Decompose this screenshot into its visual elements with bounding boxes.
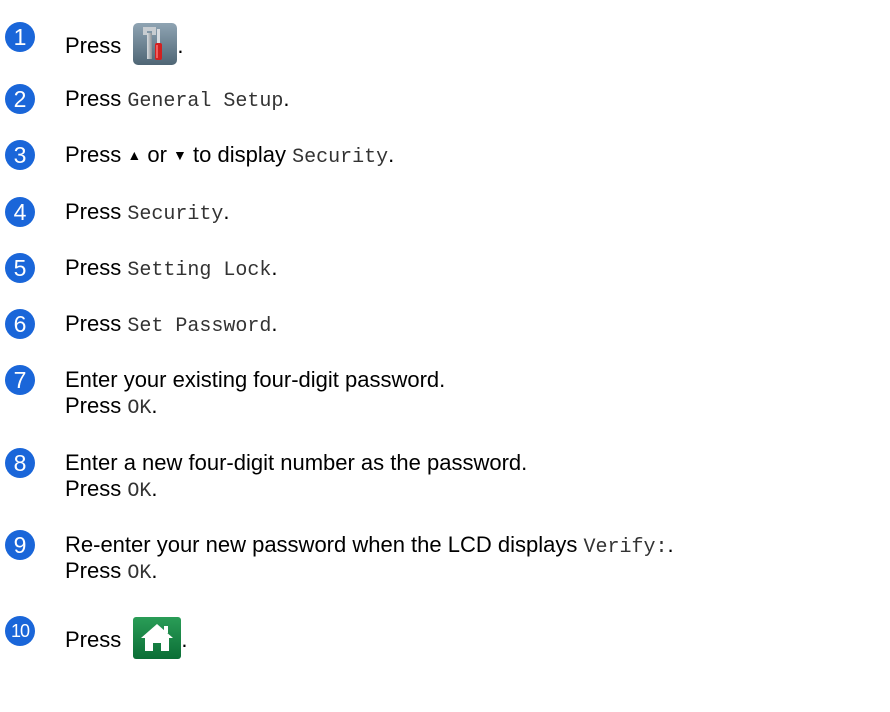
step-text: Press Set Password.	[65, 311, 278, 340]
step-tail: .	[181, 626, 188, 652]
step-lead: Press	[65, 558, 122, 583]
step-text-second-line: Press OK.	[65, 476, 158, 505]
step-text: Press General Setup.	[65, 86, 290, 115]
step-number: 1	[5, 22, 35, 52]
menu-option: General Setup	[127, 90, 284, 113]
step-number: 7	[5, 365, 35, 395]
step-tail: .	[177, 32, 184, 58]
step-lead: Press	[65, 626, 122, 652]
step-text: Press .	[65, 23, 184, 68]
step-number: 2	[5, 84, 35, 114]
step-text: Enter your existing four-digit password.	[65, 367, 445, 393]
step-number: 4	[5, 197, 35, 227]
step-tail: .	[223, 199, 230, 224]
step-number: 5	[5, 253, 35, 283]
step-number: 9	[5, 530, 35, 560]
step-text: Press ▲ or ▼ to display Security.	[65, 142, 394, 171]
step-tail: .	[388, 142, 395, 167]
settings-tools-icon[interactable]	[133, 23, 178, 65]
step-lead: Press	[65, 393, 122, 418]
menu-option: Setting Lock	[127, 259, 272, 282]
step-lead: Press	[65, 311, 122, 336]
step-connector: or	[147, 142, 167, 167]
step-text: Press Setting Lock.	[65, 255, 278, 284]
home-icon[interactable]	[133, 617, 182, 659]
down-arrow-icon: ▼	[173, 147, 187, 163]
step-number: 6	[5, 309, 35, 339]
step-lead: Press	[65, 32, 122, 58]
menu-option: Security	[292, 146, 389, 169]
step-number: 8	[5, 448, 35, 478]
step-text: Re-enter your new password when the LCD …	[65, 532, 674, 561]
step-text: Press Security.	[65, 199, 230, 228]
step-text-second-line: Press OK.	[65, 558, 158, 587]
step-lead: Press	[65, 142, 122, 167]
step-lead: Press	[65, 476, 122, 501]
step-instruction: Re-enter your new password when the LCD …	[65, 532, 578, 557]
step-tail: .	[667, 532, 674, 557]
menu-option: Set Password	[127, 315, 272, 338]
step-tail: .	[271, 255, 278, 280]
ok-option: OK	[127, 562, 152, 585]
step-tail: .	[151, 558, 158, 583]
step-tail: .	[151, 476, 158, 501]
up-arrow-icon: ▲	[127, 147, 142, 163]
step-number: 10	[5, 616, 35, 646]
step-instruction: Enter your existing four-digit password.	[65, 367, 446, 392]
step-lead: Press	[65, 255, 122, 280]
ok-option: OK	[127, 480, 152, 503]
step-lead: Press	[65, 199, 122, 224]
step-tail: .	[271, 311, 278, 336]
step-tail: .	[151, 393, 158, 418]
step-text-second-line: Press OK.	[65, 393, 158, 422]
step-instruction: Enter a new four-digit number as the pas…	[65, 450, 528, 475]
ok-option: OK	[127, 397, 152, 420]
step-text: Enter a new four-digit number as the pas…	[65, 450, 527, 476]
lcd-message: Verify:	[583, 536, 668, 559]
step-text: Press .	[65, 617, 188, 662]
menu-option: Security	[127, 203, 224, 226]
step-tail: .	[283, 86, 290, 111]
step-lead: Press	[65, 86, 122, 111]
step-connector: to display	[193, 142, 286, 167]
step-number: 3	[5, 140, 35, 170]
